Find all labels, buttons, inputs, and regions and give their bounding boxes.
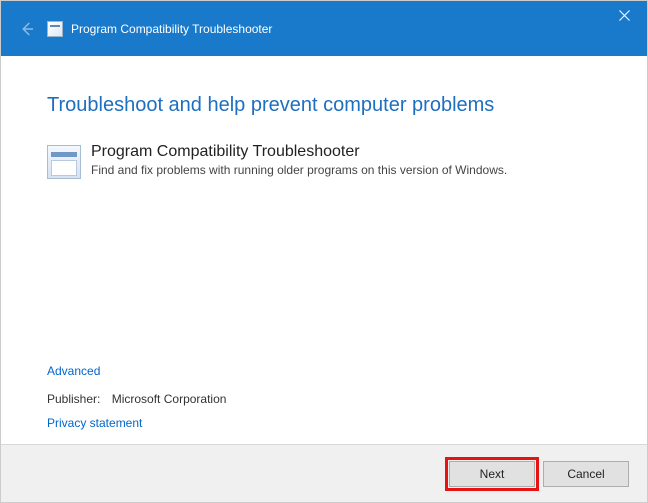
troubleshooter-name: Program Compatibility Troubleshooter [91,143,507,161]
page-heading: Troubleshoot and help prevent computer p… [47,94,609,117]
publisher-row: Publisher: Microsoft Corporation [47,392,226,406]
troubleshooter-description: Find and fix problems with running older… [91,163,507,177]
troubleshooter-titlebar-icon [47,21,63,37]
troubleshooter-item: Program Compatibility Troubleshooter Fin… [47,143,609,179]
back-button [7,9,47,49]
window-title: Program Compatibility Troubleshooter [71,22,272,36]
content-area: Troubleshoot and help prevent computer p… [1,56,647,444]
next-button[interactable]: Next [449,461,535,487]
close-icon [619,10,630,21]
close-button[interactable] [601,1,647,29]
cancel-button[interactable]: Cancel [543,461,629,487]
back-arrow-icon [18,20,36,38]
publisher-value: Microsoft Corporation [112,392,227,406]
troubleshooter-text: Program Compatibility Troubleshooter Fin… [91,143,507,177]
footer: Next Cancel [1,444,647,502]
titlebar: Program Compatibility Troubleshooter [1,1,647,56]
privacy-link[interactable]: Privacy statement [47,416,226,430]
publisher-label: Publisher: [47,392,100,406]
advanced-link[interactable]: Advanced [47,364,226,378]
bottom-section: Advanced Publisher: Microsoft Corporatio… [47,364,226,430]
troubleshooter-icon [47,145,81,179]
